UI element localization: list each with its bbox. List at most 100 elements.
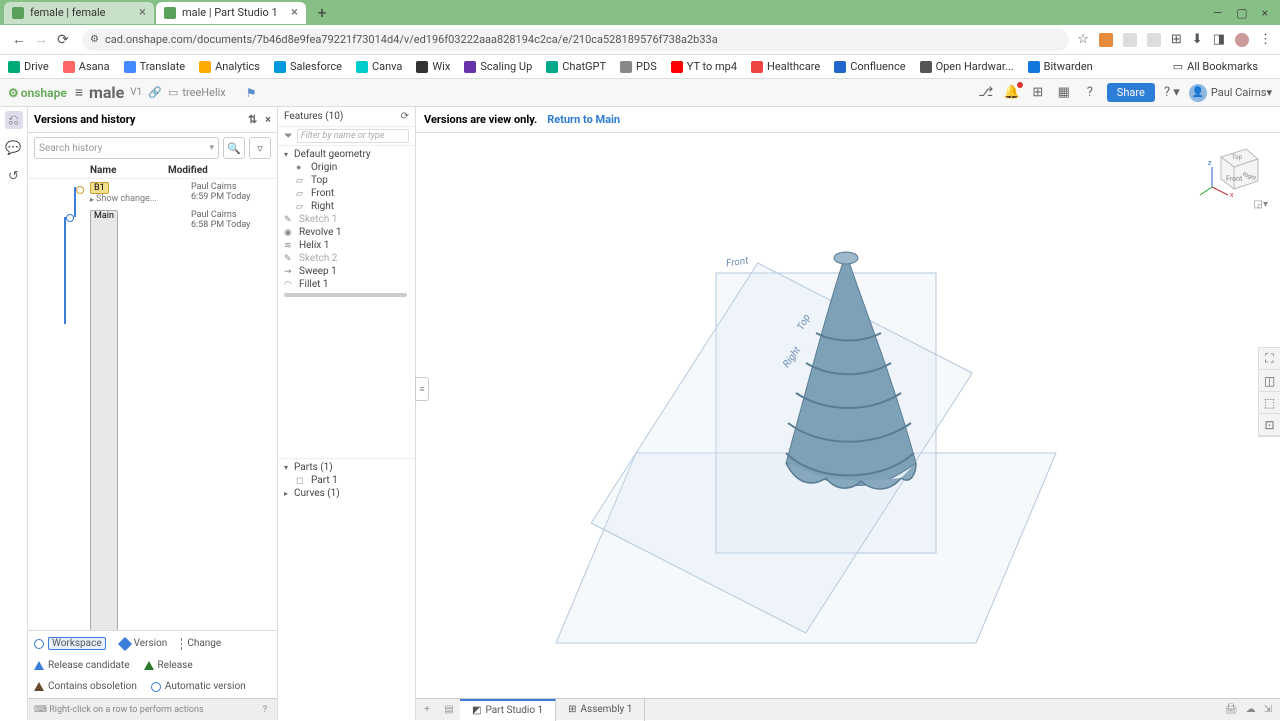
funnel-icon[interactable]: ⏷ — [284, 129, 293, 143]
feature-item[interactable]: ✎Sketch 1 — [278, 213, 415, 226]
bookmark-item[interactable]: Confluence — [834, 60, 905, 73]
compare-icon[interactable]: ⇅ — [248, 113, 257, 126]
versions-columns: Name Modified — [28, 163, 277, 179]
notifications-icon[interactable]: 🔔 — [1003, 84, 1021, 102]
extension-icon[interactable] — [1123, 33, 1137, 47]
forward-button[interactable]: → — [30, 29, 52, 51]
part-item[interactable]: ◻Part 1 — [278, 474, 415, 487]
cube-menu-icon[interactable]: ◲▾ — [1254, 199, 1268, 210]
branch-icon[interactable]: ⎇ — [977, 84, 995, 102]
extension-icon[interactable] — [1147, 33, 1161, 47]
rollback-bar[interactable] — [284, 293, 407, 297]
cloud-icon[interactable]: ☁ — [1246, 704, 1256, 715]
extensions-icon[interactable]: ⊞ — [1171, 32, 1182, 47]
bookmark-item[interactable]: PDS — [620, 60, 657, 73]
bookmark-item[interactable]: Scaling Up — [464, 60, 532, 73]
feature-item[interactable]: ▱Top — [278, 174, 415, 187]
close-icon[interactable]: × — [291, 5, 298, 20]
browser-tab-active[interactable]: male | Part Studio 1 × — [156, 2, 306, 24]
close-icon[interactable]: × — [139, 5, 146, 20]
bookmark-item[interactable]: Drive — [8, 60, 49, 73]
version-row[interactable]: B1 Show change... Paul Cairns6:59 PM Tod… — [28, 179, 277, 207]
feature-item[interactable]: ≋Helix 1 — [278, 239, 415, 252]
bookmark-item[interactable]: YT to mp4 — [671, 60, 737, 73]
return-to-main-link[interactable]: Return to Main — [547, 113, 620, 126]
grid-icon[interactable]: ⊞ — [1029, 84, 1047, 102]
link-icon[interactable]: 🔗 — [148, 86, 162, 99]
bookmark-item[interactable]: Translate — [124, 60, 186, 73]
menu-icon[interactable]: ⋮ — [1259, 32, 1272, 47]
bookmark-item[interactable]: Bitwarden — [1028, 60, 1093, 73]
star-icon[interactable]: ☆ — [1077, 32, 1089, 47]
tool-icon[interactable]: ◫ — [1259, 370, 1280, 392]
maximize-icon[interactable]: ▢ — [1236, 6, 1247, 20]
tab-part-studio[interactable]: ◩Part Studio 1 — [460, 699, 556, 721]
document-name[interactable]: male — [89, 83, 124, 102]
reload-button[interactable]: ⟳ — [52, 29, 74, 51]
tool-icon[interactable]: ⛶ — [1259, 348, 1280, 370]
bookmark-item[interactable]: ChatGPT — [546, 60, 606, 73]
help-icon[interactable]: ? — [263, 705, 267, 715]
bookmark-item[interactable]: Analytics — [199, 60, 260, 73]
export-icon[interactable]: ⇲ — [1264, 704, 1272, 715]
breadcrumb[interactable]: ▭treeHelix — [168, 86, 226, 99]
view-cube[interactable]: Front Right Top z x ◲▾ — [1206, 137, 1266, 197]
print-icon[interactable]: 🖨 — [1225, 704, 1238, 715]
parts-header[interactable]: ▾Parts (1) — [278, 461, 415, 474]
feature-item[interactable]: ▱Front — [278, 187, 415, 200]
flag-icon[interactable]: ⚑ — [246, 86, 257, 100]
sidepanel-icon[interactable]: ◨ — [1213, 32, 1225, 47]
curves-header[interactable]: ▸Curves (1) — [278, 487, 415, 500]
feature-group[interactable]: ▾Default geometry — [278, 148, 415, 161]
bookmark-item[interactable]: Open Hardwar... — [920, 60, 1014, 73]
feature-item[interactable]: ◉Revolve 1 — [278, 226, 415, 239]
history-rail-icon[interactable]: ↺ — [5, 167, 23, 185]
help-icon[interactable]: ? — [1081, 84, 1099, 102]
bookmark-item[interactable]: Salesforce — [274, 60, 342, 73]
tool-icon[interactable]: ⊡ — [1259, 414, 1280, 436]
all-bookmarks-button[interactable]: ▭All Bookmarks — [1173, 60, 1258, 73]
feature-item[interactable]: ●Origin — [278, 161, 415, 174]
reload-icon[interactable]: ⟳ — [401, 111, 409, 122]
share-button[interactable]: Share — [1107, 83, 1155, 102]
comments-rail-icon[interactable]: 💬 — [5, 139, 23, 157]
back-button[interactable]: ← — [8, 29, 30, 51]
tab-list-button[interactable]: ▤ — [438, 704, 460, 715]
version-row[interactable]: Main Show change... Paul Cairns6:58 PM T… — [28, 207, 277, 630]
feature-item[interactable]: ✎Sketch 2 — [278, 252, 415, 265]
url-input[interactable]: ⚙ cad.onshape.com/documents/7b46d8e9fea7… — [82, 29, 1069, 51]
bookmark-item[interactable]: Wix — [416, 60, 450, 73]
user-menu[interactable]: 👤Paul Cairns ▾ — [1189, 84, 1272, 102]
filter-button[interactable]: ▿ — [249, 137, 271, 159]
profile-icon[interactable] — [1235, 33, 1249, 47]
site-info-icon[interactable]: ⚙ — [90, 34, 99, 45]
close-panel-icon[interactable]: × — [265, 113, 271, 126]
browser-tab[interactable]: female | female × — [4, 2, 154, 24]
feature-item[interactable]: ⇝Sweep 1 — [278, 265, 415, 278]
minimize-icon[interactable]: — — [1213, 6, 1222, 20]
feature-item[interactable]: ▱Right — [278, 200, 415, 213]
bookmark-item[interactable]: Asana — [63, 60, 110, 73]
menu-icon[interactable]: ≡ — [75, 84, 83, 101]
tool-icon[interactable]: ⬚ — [1259, 392, 1280, 414]
apps-icon[interactable]: ▦ — [1055, 84, 1073, 102]
bookmark-item[interactable]: Canva — [356, 60, 402, 73]
close-window-icon[interactable]: × — [1262, 6, 1268, 20]
versions-rail-icon[interactable]: ⎌ — [5, 111, 23, 129]
viewport[interactable]: Versions are view only. Return to Main ≡… — [416, 107, 1280, 720]
download-icon[interactable]: ⬇ — [1192, 32, 1203, 47]
help-dropdown-icon[interactable]: ? ▾ — [1163, 84, 1181, 102]
new-tab-button[interactable]: + — [312, 3, 332, 22]
url-text: cad.onshape.com/documents/7b46d8e9fea792… — [105, 33, 718, 46]
feature-item[interactable]: ◠Fillet 1 — [278, 278, 415, 291]
add-tab-button[interactable]: + — [416, 704, 438, 715]
bookmark-item[interactable]: Healthcare — [751, 60, 820, 73]
search-history-input[interactable]: Search history▾ — [34, 137, 219, 159]
onshape-logo[interactable]: onshape — [8, 86, 67, 100]
3d-scene[interactable] — [416, 133, 1276, 693]
search-button[interactable]: 🔍 — [223, 137, 245, 159]
feature-filter-input[interactable]: Filter by name or type — [297, 129, 409, 143]
favicon-icon — [164, 7, 176, 19]
tab-assembly[interactable]: ⊞Assembly 1 — [556, 699, 645, 721]
extension-icon[interactable] — [1099, 33, 1113, 47]
